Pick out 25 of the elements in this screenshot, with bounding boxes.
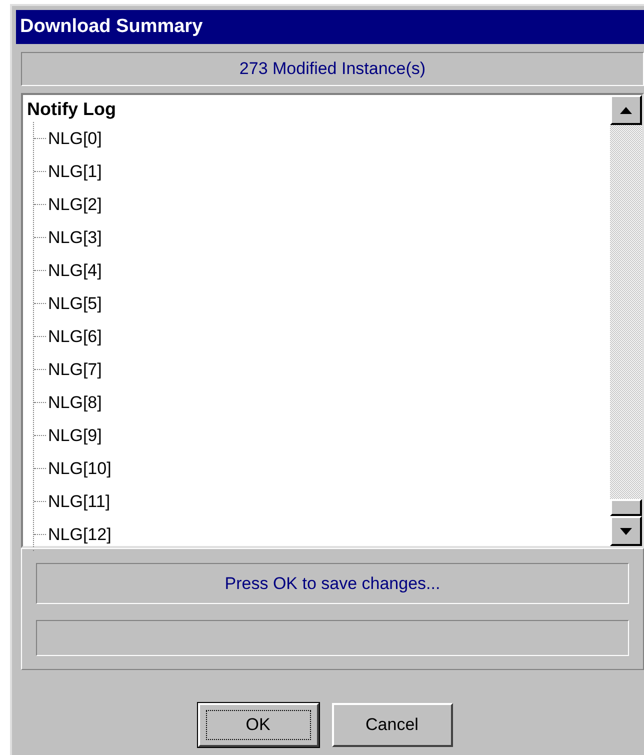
tree-item[interactable]: NLG[1] [48,158,102,184]
status-message: Press OK to save changes... [36,563,629,604]
vertical-scrollbar[interactable] [610,95,642,546]
down-arrow-icon [620,528,632,534]
tree-item[interactable]: NLG[11] [48,488,110,514]
window-title: Download Summary [16,10,644,44]
tree-item[interactable]: NLG[7] [48,356,102,382]
dialog-button[interactable]: OK [198,703,318,747]
tree-item[interactable]: NLG[5] [48,290,102,316]
tree-item[interactable]: NLG[6] [48,324,102,350]
tree-item[interactable]: NLG[9] [48,422,102,448]
summary-label: 273 Modified Instance(s) [21,52,644,86]
tree-item[interactable]: NLG[8] [48,390,102,416]
tree-root-item[interactable]: Notify Log [27,97,116,122]
tree-item[interactable]: NLG[10] [48,456,112,482]
tree-item[interactable]: NLG[4] [48,258,102,284]
tree-item[interactable]: NLG[12] [48,522,112,548]
tree-item[interactable]: NLG[3] [48,224,102,250]
tree-item[interactable]: NLG[2] [48,192,102,218]
scroll-thumb[interactable] [610,499,642,516]
dialog-button[interactable]: Cancel [332,703,452,747]
tree-item[interactable]: NLG[0] [48,126,102,152]
up-arrow-icon [620,106,632,114]
scroll-up-button[interactable] [610,95,642,125]
scroll-down-button[interactable] [610,516,642,546]
